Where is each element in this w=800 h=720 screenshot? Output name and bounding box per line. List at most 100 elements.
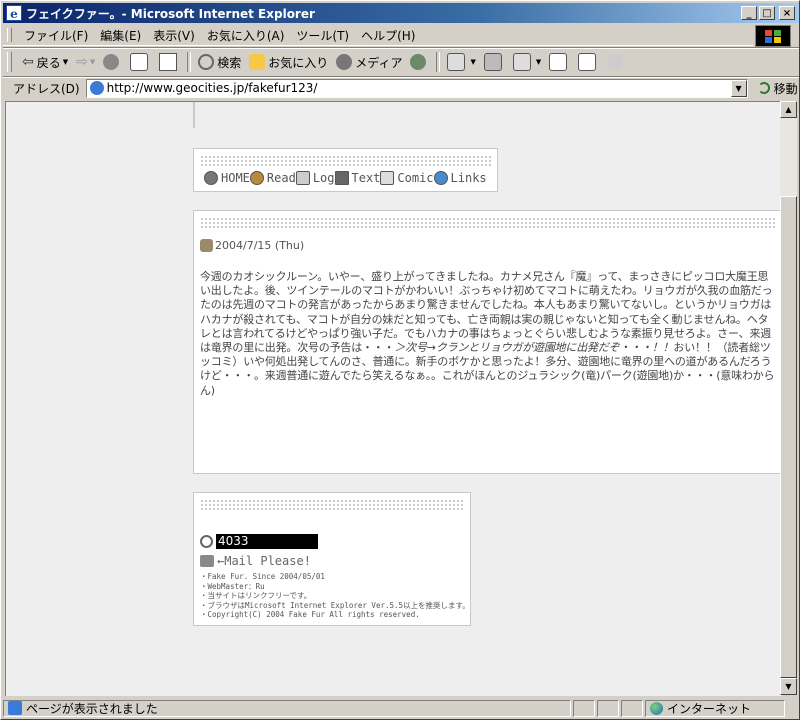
toolbar-grip[interactable] (7, 28, 12, 42)
menu-edit[interactable]: 編集(E) (94, 27, 147, 44)
mail-icon (200, 555, 214, 567)
nav-log[interactable]: Log (295, 171, 335, 185)
stop-button[interactable] (99, 51, 126, 73)
log-icon (295, 171, 310, 185)
forward-dropdown-icon[interactable]: ▼ (90, 58, 95, 66)
status-text: ページが表示されました (26, 701, 158, 716)
dot-divider (200, 155, 491, 167)
address-url[interactable]: http://www.geocities.jp/fakefur123/ (107, 81, 318, 95)
nav-read-label: Read (266, 171, 296, 185)
standard-toolbar: ⇦ 戻る ▼ ⇨ ▼ 検索 お気に入り メディア ▼ ▼ (3, 47, 799, 76)
address-input[interactable]: http://www.geocities.jp/fakefur123/ ▼ (85, 78, 748, 98)
security-zone-panel: インターネット (645, 699, 785, 717)
nav-comic[interactable]: Comic (380, 171, 434, 185)
site-footer: 4033 ←Mail Please! ・Fake Fur. Since 2004… (193, 492, 471, 626)
home-button[interactable] (155, 51, 184, 73)
menu-help[interactable]: ヘルプ(H) (355, 27, 421, 44)
toolbar-grip[interactable] (7, 52, 12, 72)
toolbar-separator (436, 52, 441, 72)
menu-tools[interactable]: ツール(T) (290, 27, 355, 44)
entry-date: 2004/7/15 (Thu) (200, 239, 781, 252)
nav-read[interactable]: Read (249, 171, 296, 185)
zone-text: インターネット (667, 701, 752, 716)
home-icon (204, 171, 218, 185)
go-label: 移動 (773, 81, 798, 96)
history-icon (410, 54, 427, 70)
nav-comic-label: Comic (397, 171, 434, 185)
media-button[interactable]: メディア (332, 51, 406, 73)
discuss-button[interactable] (545, 51, 574, 73)
dot-divider (200, 499, 464, 511)
refresh-button[interactable] (126, 51, 155, 73)
favorites-button[interactable]: お気に入り (245, 51, 332, 73)
status-text-panel: ページが表示されました (3, 699, 571, 717)
search-label: 検索 (217, 55, 242, 70)
edit-icon (512, 53, 531, 71)
minimize-button[interactable]: _ (741, 6, 757, 20)
edit-dropdown-icon[interactable]: ▼ (536, 58, 541, 66)
credit-line: ・WebMaster：Ru (200, 581, 265, 591)
back-label: 戻る (36, 55, 61, 70)
stop-icon (103, 54, 120, 70)
entry-date-text: 2004/7/15 (Thu) (215, 239, 305, 252)
nav-log-label: Log (312, 171, 335, 185)
mail-icon (447, 53, 466, 71)
access-counter: 4033 (200, 534, 470, 549)
print-button[interactable] (480, 51, 509, 73)
scroll-thumb[interactable] (780, 196, 797, 678)
ie-icon: e (6, 5, 22, 21)
mail-dropdown-icon[interactable]: ▼ (470, 58, 475, 66)
globe-icon (433, 171, 448, 185)
scroll-down-button[interactable]: ▼ (780, 678, 797, 695)
toolbar-separator (187, 52, 192, 72)
status-panel (621, 699, 643, 717)
vertical-scrollbar[interactable]: ▲ ▼ (780, 101, 797, 695)
status-panel (597, 699, 619, 717)
print-icon (483, 53, 502, 71)
favorites-icon (249, 54, 266, 70)
address-label: アドレス(D) (13, 81, 80, 96)
maximize-button[interactable]: □ (759, 6, 775, 20)
credit-line: ・ブラウザはMicrosoft Internet Explorer Ver.5.… (200, 600, 470, 610)
media-label: メディア (355, 55, 403, 70)
back-dropdown-icon[interactable]: ▼ (63, 58, 68, 66)
close-button[interactable]: × (779, 6, 795, 20)
status-panel (573, 699, 595, 717)
scroll-up-button[interactable]: ▲ (780, 101, 797, 118)
research-button[interactable] (574, 51, 603, 73)
magnifier-icon (200, 535, 213, 548)
nav-text[interactable]: Text (334, 171, 380, 185)
mail-button[interactable]: ▼ (443, 51, 479, 73)
mail-link-label: ←Mail Please! (217, 554, 311, 568)
browser-window: e フェイクファー。- Microsoft Internet Explorer … (0, 0, 800, 720)
go-button[interactable]: 移動 (757, 80, 798, 97)
menu-favorites[interactable]: お気に入り(A) (201, 27, 291, 44)
favorites-label: お気に入り (268, 55, 329, 70)
nav-links-label: Links (450, 171, 487, 185)
status-bar: ページが表示されました インターネット (3, 698, 799, 718)
home-icon (159, 53, 178, 71)
research-icon (578, 53, 597, 71)
messenger-icon (607, 54, 624, 70)
menu-file[interactable]: ファイル(F) (18, 27, 94, 44)
messenger-button[interactable] (603, 51, 630, 73)
nav-home-label: HOME (221, 171, 250, 185)
menu-view[interactable]: 表示(V) (147, 27, 201, 44)
calendar-icon (200, 239, 213, 252)
address-dropdown-icon[interactable]: ▼ (730, 79, 747, 97)
address-bar: アドレス(D) http://www.geocities.jp/fakefur1… (3, 76, 799, 99)
edit-button[interactable]: ▼ (509, 51, 545, 73)
back-button[interactable]: ⇦ 戻る ▼ (18, 51, 72, 73)
windows-logo-icon (755, 25, 791, 47)
nav-links[interactable]: Links (433, 171, 487, 185)
nav-home[interactable]: HOME (204, 171, 250, 185)
mail-link[interactable]: ←Mail Please! (200, 554, 470, 568)
forward-button[interactable]: ⇨ ▼ (72, 51, 99, 73)
dot-divider (200, 217, 775, 229)
page-done-icon (8, 701, 22, 715)
site-credits: ・Fake Fur. Since 2004/05/01 ・WebMaster：R… (200, 572, 470, 620)
history-button[interactable] (406, 51, 433, 73)
header-banner (193, 102, 195, 128)
page-viewport[interactable]: HOME Read Log Text Comic Links 2004/7/15… (5, 101, 782, 696)
search-button[interactable]: 検索 (194, 51, 245, 73)
